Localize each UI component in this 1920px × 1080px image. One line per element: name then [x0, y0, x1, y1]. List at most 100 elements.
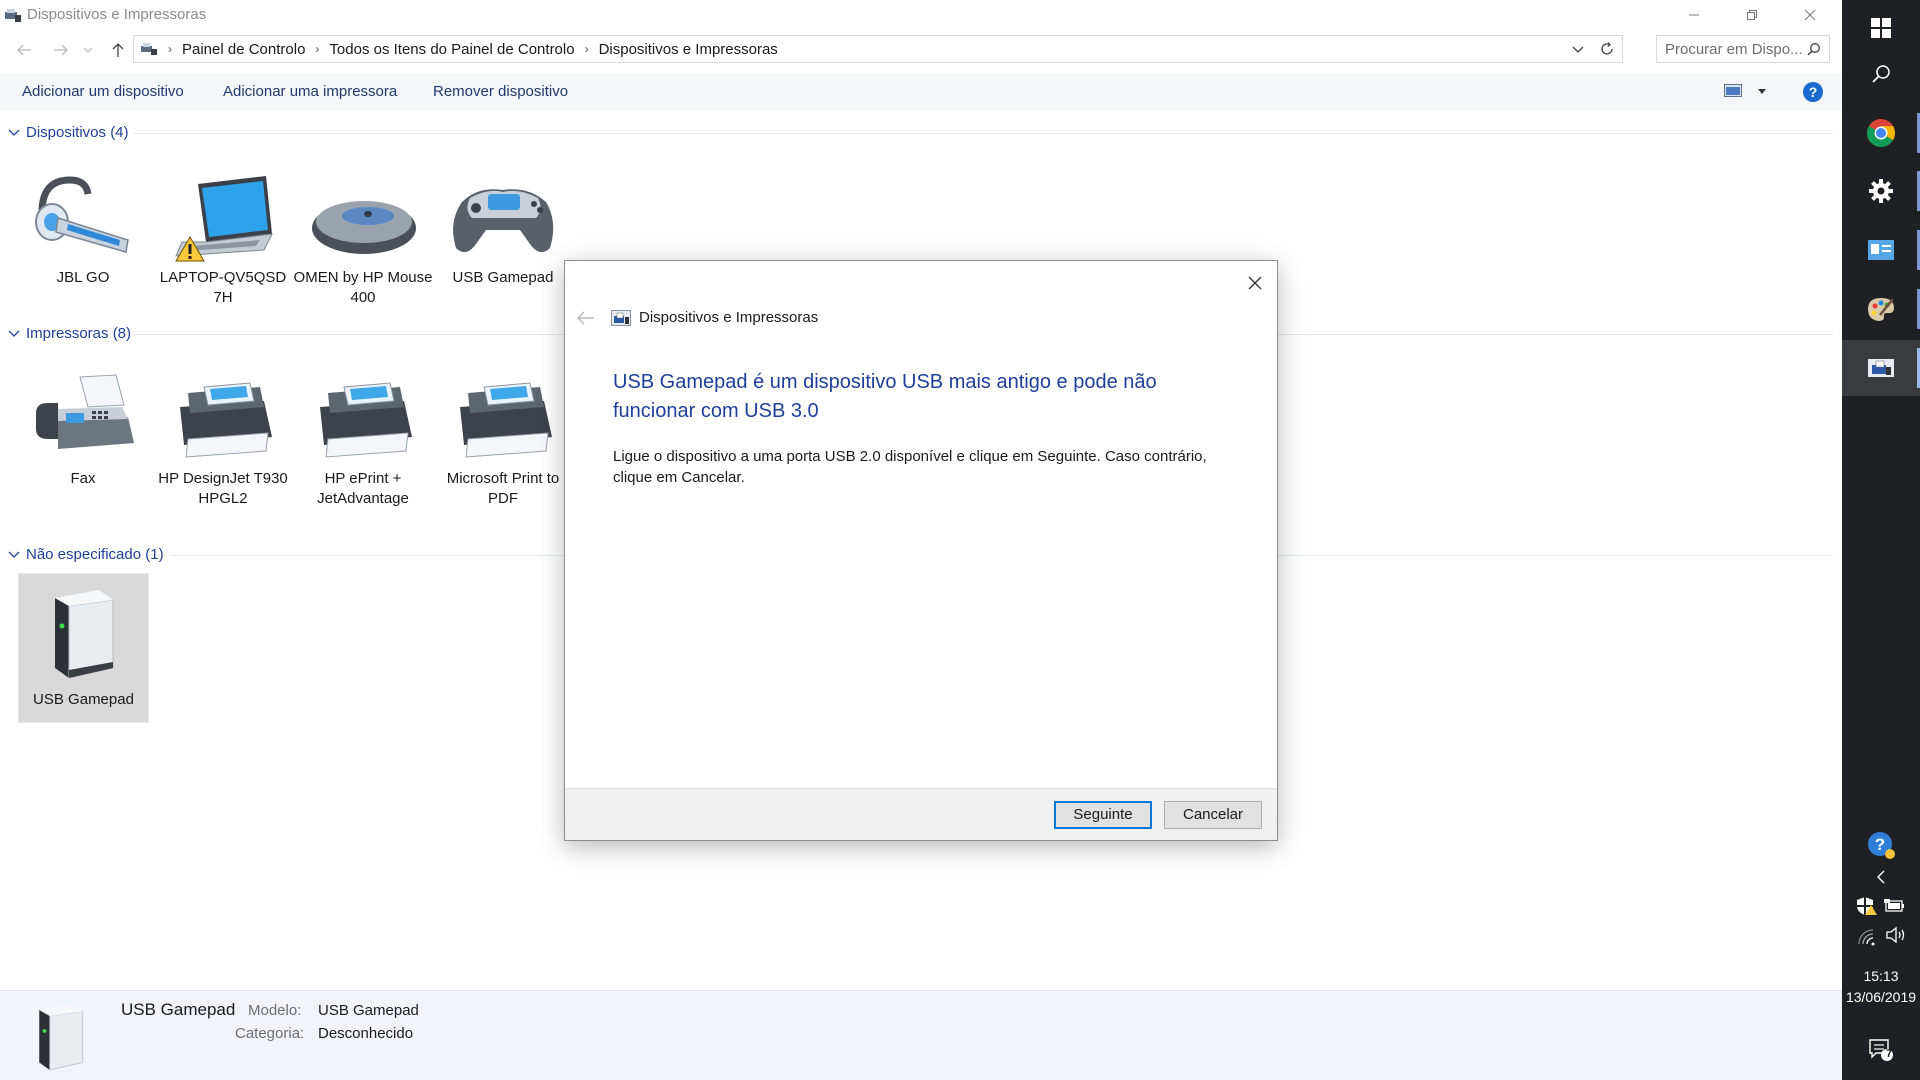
device-label: USB Gamepad: [33, 691, 134, 708]
close-icon: [1804, 9, 1816, 21]
breadcrumb-separator-icon: ›: [584, 42, 589, 56]
forward-button[interactable]: [49, 39, 73, 61]
arrow-right-icon: [54, 44, 68, 56]
device-label: OMEN by HP Mouse 400: [293, 269, 433, 306]
breadcrumb-all-items[interactable]: Todos os Itens do Painel de Controlo: [329, 41, 574, 58]
screen: Dispositivos e Impressoras › Painel de C…: [0, 0, 1920, 1080]
group-header-devices[interactable]: Dispositivos (4): [8, 124, 129, 141]
generic-device-icon: [39, 1004, 84, 1071]
action-center-button[interactable]: 7: [1842, 1022, 1920, 1078]
breadcrumb-devices-printers[interactable]: Dispositivos e Impressoras: [599, 41, 778, 58]
window-title: Dispositivos e Impressoras: [27, 6, 207, 23]
details-category-label: Categoria:: [235, 1025, 305, 1042]
arrow-up-icon: [112, 43, 124, 57]
tray-row-2: [1852, 926, 1912, 948]
printer-tile-hp-designjet[interactable]: HP DesignJet T930 HPGL2: [153, 363, 293, 509]
device-tile-jbl-go[interactable]: JBL GO: [13, 162, 153, 288]
clock-time: 15:13: [1863, 968, 1899, 984]
details-model-value: USB Gamepad: [318, 1002, 419, 1019]
show-hidden-icons-button[interactable]: [1842, 864, 1920, 890]
refresh-icon[interactable]: [1599, 41, 1615, 57]
devices-printers-icon: [5, 9, 21, 22]
wifi-icon[interactable]: [1857, 928, 1877, 946]
printer-icon: [180, 382, 272, 458]
device-tile-omen-mouse[interactable]: OMEN by HP Mouse 400: [293, 162, 433, 308]
group-header-label: Dispositivos (4): [26, 124, 129, 141]
restore-button[interactable]: [1723, 0, 1781, 30]
device-label: JBL GO: [56, 269, 110, 286]
details-model-label: Modelo:: [248, 1002, 302, 1019]
help-button[interactable]: ?: [1803, 82, 1823, 102]
group-header-label: Não especificado (1): [26, 546, 164, 563]
unspecified-tile-usb-gamepad[interactable]: USB Gamepad: [18, 573, 149, 723]
taskbar-app-card[interactable]: [1842, 222, 1920, 278]
minimize-icon: [1689, 14, 1699, 16]
command-bar: Adicionar um dispositivo Adicionar uma i…: [0, 74, 1842, 110]
device-tile-laptop[interactable]: LAPTOP-QV5QSD 7H: [153, 162, 293, 308]
next-button[interactable]: Seguinte: [1054, 801, 1152, 829]
mouse-icon: [312, 201, 416, 254]
add-printer-button[interactable]: Adicionar uma impressora: [223, 83, 397, 100]
search-input[interactable]: Procurar em Dispo...: [1656, 35, 1830, 63]
cancel-button[interactable]: Cancelar: [1164, 801, 1262, 829]
recent-locations-button[interactable]: [80, 39, 96, 61]
view-icon: [1724, 84, 1742, 97]
help-icon: ?: [1868, 832, 1895, 859]
printer-tile-hp-eprint[interactable]: HP ePrint + JetAdvantage: [293, 363, 433, 509]
printer-icon: [320, 382, 412, 458]
notification-count: 7: [1886, 1048, 1893, 1060]
generic-device-icon: [54, 590, 113, 679]
svg-text:?: ?: [1875, 835, 1885, 854]
contact-card-icon: [1868, 240, 1894, 260]
security-warning-icon[interactable]: [1856, 896, 1878, 916]
view-options-button[interactable]: [1724, 84, 1766, 102]
address-dropdown-icon[interactable]: [1572, 46, 1584, 54]
address-bar[interactable]: › Painel de Controlo › Todos os Itens do…: [133, 35, 1623, 63]
volume-icon[interactable]: [1885, 926, 1907, 944]
windows-icon: [1871, 18, 1891, 38]
group-divider: [133, 133, 1833, 134]
group-header-printers[interactable]: Impressoras (8): [8, 325, 131, 342]
chevron-down-icon: [1758, 89, 1766, 94]
gear-icon: [1869, 179, 1893, 203]
battery-icon[interactable]: [1884, 899, 1906, 913]
search-icon: [1872, 65, 1890, 83]
details-category-value: Desconhecido: [318, 1025, 414, 1042]
taskbar-devices-printers[interactable]: [1842, 340, 1920, 396]
device-label: LAPTOP-QV5QSD 7H: [159, 269, 287, 306]
back-button[interactable]: [12, 39, 36, 61]
chevron-left-icon: [1877, 870, 1885, 884]
clock[interactable]: 15:13 13/06/2019: [1842, 966, 1920, 1008]
taskbar-chrome[interactable]: [1842, 105, 1920, 161]
title-bar: Dispositivos e Impressoras: [0, 0, 1842, 30]
add-device-button[interactable]: Adicionar um dispositivo: [22, 83, 184, 100]
clock-date: 13/06/2019: [1845, 989, 1917, 1005]
up-button[interactable]: [106, 39, 130, 61]
devices-printers-icon: [611, 309, 631, 326]
details-device-name: USB Gamepad: [121, 1000, 236, 1019]
chevron-down-icon: [8, 129, 20, 136]
control-panel-icon: [141, 43, 157, 55]
printer-tile-microsoft-pdf[interactable]: Microsoft Print to PDF: [433, 363, 573, 509]
minimize-button[interactable]: [1665, 0, 1723, 30]
group-header-label: Impressoras (8): [26, 325, 132, 342]
group-header-unspecified[interactable]: Não especificado (1): [8, 546, 164, 563]
paint-palette-icon: [1868, 298, 1894, 321]
dialog-back-button[interactable]: [575, 308, 597, 328]
search-placeholder: Procurar em Dispo...: [1665, 40, 1803, 58]
taskbar-search-button[interactable]: [1842, 46, 1920, 102]
printer-label: Fax: [70, 470, 96, 487]
device-tile-usb-gamepad[interactable]: USB Gamepad: [433, 162, 573, 288]
printer-tile-fax[interactable]: Fax: [13, 363, 153, 489]
taskbar-settings[interactable]: [1842, 163, 1920, 219]
breadcrumb-control-panel[interactable]: Painel de Controlo: [182, 41, 305, 58]
printer-label: Microsoft Print to PDF: [446, 470, 560, 507]
printer-icon: [460, 382, 552, 458]
taskbar-paint[interactable]: [1842, 281, 1920, 337]
search-icon[interactable]: [1807, 42, 1821, 56]
close-button[interactable]: [1781, 0, 1839, 30]
taskbar: ? 15:13 13/06/2019 7: [1842, 0, 1920, 1080]
remove-device-button[interactable]: Remover dispositivo: [433, 83, 568, 100]
dialog-close-button[interactable]: [1241, 269, 1269, 297]
devices-printers-icon: [1868, 359, 1894, 377]
